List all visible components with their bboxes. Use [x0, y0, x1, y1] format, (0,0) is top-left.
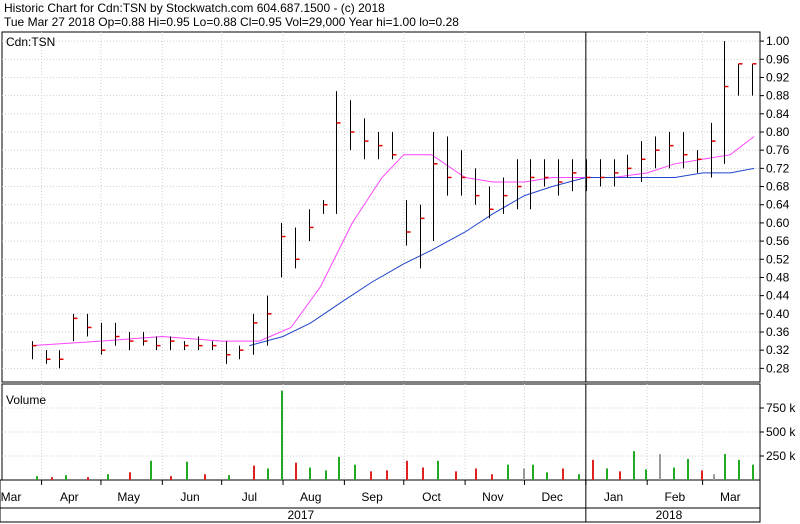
volume-bar [532, 464, 534, 480]
month-label: Dec [542, 490, 563, 504]
volume-tick-label: 750 k [766, 401, 796, 415]
volume-bar [523, 468, 525, 480]
month-label: Nov [482, 490, 503, 504]
price-tick-label: 0.40 [766, 307, 790, 321]
volume-bar [422, 467, 424, 480]
volume-bar [281, 390, 283, 480]
price-axis: 0.28 0.32 0.36 0.40 0.44 0.48 0.52 0.56 0.60 0.64… [760, 34, 790, 375]
stock-chart: 0.28 0.32 0.36 0.40 0.44 0.48 0.52 0.56 0.60 0.64… [0, 31, 796, 523]
volume-bar [592, 459, 594, 480]
volume-bar [752, 464, 754, 480]
volume-bar [170, 476, 172, 480]
price-tick-label: 0.28 [766, 361, 790, 375]
month-label: Aug [300, 490, 321, 504]
volume-bar [51, 477, 53, 480]
volume-bar [228, 475, 230, 480]
volume-bar [455, 471, 457, 480]
volume-bar [338, 456, 340, 480]
price-tick-label: 0.72 [766, 161, 790, 175]
time-axis: Mar Apr May Jun Jul Aug Sep Oct Nov Dec Jan Feb Mar 2… [1, 480, 741, 522]
volume-bar [295, 462, 297, 480]
month-label: Jan [604, 490, 623, 504]
volume-bar [87, 477, 89, 480]
volume-bar [386, 470, 388, 480]
volume-bar [606, 468, 608, 480]
volume-bar [562, 468, 564, 480]
price-tick-label: 0.64 [766, 198, 790, 212]
volume-bar [659, 454, 661, 480]
price-tick-label: 0.48 [766, 270, 790, 284]
volume-bar [507, 464, 509, 480]
volume-bar [437, 460, 439, 480]
volume-axis: 250 k 500 k 750 k [760, 401, 796, 463]
volume-bar [267, 468, 269, 480]
volume-bar [546, 472, 548, 480]
price-tick-label: 0.56 [766, 234, 790, 248]
month-label: Jul [242, 490, 257, 504]
volume-bar [619, 471, 621, 480]
month-label: May [117, 490, 140, 504]
price-tick-label: 0.88 [766, 89, 790, 103]
volume-grid [2, 384, 760, 480]
volume-bar [645, 469, 647, 480]
year-label: 2018 [656, 508, 683, 522]
volume-bar [738, 459, 740, 480]
price-tick-label: 0.32 [766, 343, 790, 357]
price-tick-label: 0.36 [766, 325, 790, 339]
volume-bar [129, 472, 131, 480]
month-label: Feb [665, 490, 686, 504]
month-label: Mar [720, 490, 741, 504]
year-label: 2017 [287, 508, 314, 522]
price-tick-label: 0.92 [766, 70, 790, 84]
month-label: Oct [422, 490, 441, 504]
volume-bar [713, 474, 715, 480]
price-tick-label: 0.44 [766, 289, 790, 303]
volume-bar [491, 474, 493, 480]
volume-bar [354, 464, 356, 480]
month-label: Jun [180, 490, 199, 504]
volume-bar [186, 461, 188, 480]
month-label: Apr [60, 490, 79, 504]
volume-bar [253, 465, 255, 480]
price-tick-label: 0.84 [766, 107, 790, 121]
volume-bar [406, 460, 408, 480]
price-panel-title: Cdn:TSN [6, 35, 55, 49]
volume-bar [633, 451, 635, 480]
volume-tick-label: 250 k [766, 449, 796, 463]
volume-bar [673, 467, 675, 480]
price-tick-label: 0.52 [766, 252, 790, 266]
price-tick-label: 0.76 [766, 143, 790, 157]
volume-bar [475, 468, 477, 480]
month-label: Sep [361, 490, 383, 504]
volume-bar [309, 467, 311, 480]
price-tick-label: 0.96 [766, 52, 790, 66]
volume-tick-label: 500 k [766, 425, 796, 439]
volume-bar [65, 475, 67, 480]
volume-bar [107, 474, 109, 480]
volume-bar [36, 476, 38, 480]
price-tick-label: 0.68 [766, 180, 790, 194]
volume-bar [150, 460, 152, 480]
volume-bar [370, 471, 372, 480]
price-tick-label: 1.00 [766, 34, 790, 48]
volume-bars [36, 390, 754, 480]
price-tick-label: 0.60 [766, 216, 790, 230]
volume-bar [687, 458, 689, 480]
volume-bar [204, 474, 206, 480]
month-label: Mar [1, 490, 22, 504]
volume-panel-title: Volume [6, 393, 46, 407]
volume-bar [325, 470, 327, 480]
volume-bar [724, 454, 726, 480]
volume-bar [578, 474, 580, 480]
long-ma-line [249, 167, 755, 347]
price-tick-label: 0.80 [766, 125, 790, 139]
volume-bar [701, 470, 703, 480]
